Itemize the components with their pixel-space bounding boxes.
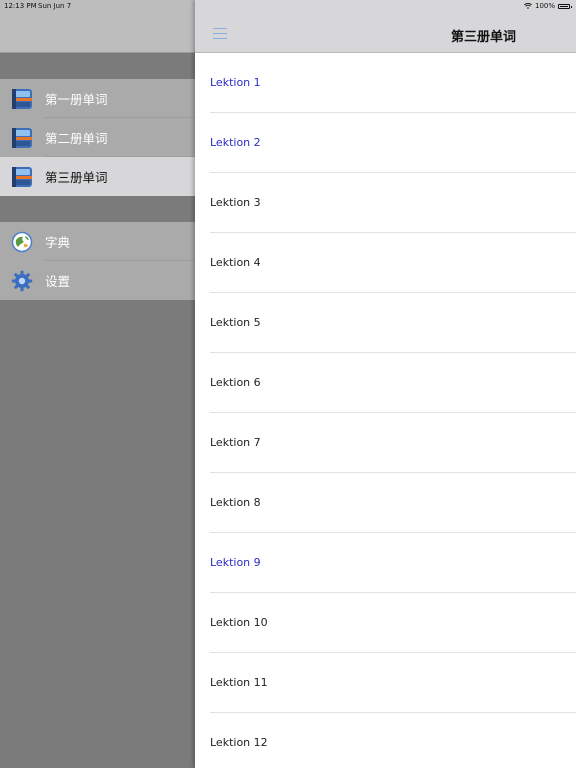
- lesson-row[interactable]: Lektion 10: [195, 593, 576, 653]
- status-bar: 12:13 PM Sun Jun 7 100%: [0, 0, 576, 12]
- sidebar-item-book-1[interactable]: 第一册单词: [0, 79, 195, 118]
- status-time: 12:13 PM: [4, 2, 37, 10]
- lesson-row[interactable]: Lektion 5: [195, 293, 576, 353]
- lesson-row[interactable]: Lektion 7: [195, 413, 576, 473]
- lesson-label: Lektion 9: [210, 556, 261, 569]
- sidebar-item-settings[interactable]: 设置: [0, 261, 195, 300]
- lesson-row[interactable]: Lektion 3: [195, 173, 576, 233]
- book-icon: [12, 88, 32, 109]
- lesson-label: Lektion 12: [210, 736, 268, 749]
- lesson-row[interactable]: Lektion 9: [195, 533, 576, 593]
- dictionary-icon: [11, 231, 33, 252]
- sidebar-item-label: 第二册单词: [45, 131, 108, 146]
- gear-icon: [11, 270, 33, 291]
- hamburger-menu-icon[interactable]: [213, 28, 227, 39]
- sidebar-item-dictionary[interactable]: 字典: [0, 222, 195, 261]
- lesson-label: Lektion 10: [210, 616, 268, 629]
- lesson-label: Lektion 3: [210, 196, 261, 209]
- lesson-label: Lektion 2: [210, 136, 261, 149]
- sidebar-item-label: 第一册单词: [45, 92, 108, 107]
- status-right: 100%: [523, 2, 572, 10]
- lesson-row[interactable]: Lektion 2: [195, 113, 576, 173]
- lesson-label: Lektion 8: [210, 496, 261, 509]
- lesson-row[interactable]: Lektion 8: [195, 473, 576, 533]
- main-panel: 第三册单词 Lektion 1 Lektion 2 Lektion 3 Lektion…: [195, 0, 576, 768]
- sidebar: 第一册单词 第二册单词 第三册单词 字典 设置: [0, 0, 195, 768]
- lesson-label: Lektion 11: [210, 676, 268, 689]
- lesson-label: Lektion 1: [210, 76, 261, 89]
- lesson-row[interactable]: Lektion 4: [195, 233, 576, 293]
- lesson-label: Lektion 7: [210, 436, 261, 449]
- lesson-label: Lektion 4: [210, 256, 261, 269]
- lesson-label: Lektion 5: [210, 316, 261, 329]
- lesson-row[interactable]: Lektion 11: [195, 653, 576, 713]
- sidebar-item-book-2[interactable]: 第二册单词: [0, 118, 195, 157]
- book-icon: [12, 166, 32, 187]
- lesson-list: Lektion 1 Lektion 2 Lektion 3 Lektion 4 Lekt…: [195, 53, 576, 768]
- page-title: 第三册单词: [451, 30, 517, 45]
- sidebar-item-label: 字典: [45, 235, 71, 250]
- battery-icon: [558, 3, 572, 9]
- battery-percent: 100%: [534, 2, 555, 10]
- sidebar-item-label: 设置: [45, 274, 71, 289]
- book-icon: [12, 127, 32, 148]
- sidebar-item-book-3[interactable]: 第三册单词: [0, 157, 195, 196]
- lesson-row[interactable]: Lektion 1: [195, 53, 576, 113]
- wifi-icon: [523, 3, 532, 9]
- lesson-label: Lektion 6: [210, 376, 261, 389]
- sidebar-books-section: 第一册单词 第二册单词 第三册单词: [0, 79, 195, 196]
- lesson-row[interactable]: Lektion 12: [195, 713, 576, 768]
- status-date: Sun Jun 7: [38, 2, 72, 10]
- sidebar-tools-section: 字典 设置: [0, 222, 195, 300]
- app-screen: 12:13 PM Sun Jun 7 100% 第一册单词 第二册单词 第三册单…: [0, 0, 576, 768]
- sidebar-item-label: 第三册单词: [45, 170, 108, 185]
- lesson-row[interactable]: Lektion 6: [195, 353, 576, 413]
